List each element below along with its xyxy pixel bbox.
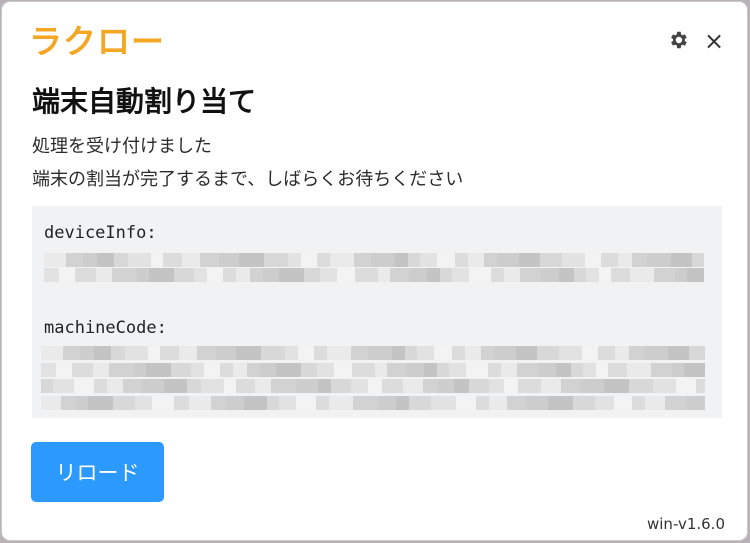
- machine-code-value-redacted: [41, 346, 705, 412]
- page-title: 端末自動割り当て: [32, 85, 257, 118]
- device-info-panel: deviceInfo: machineCode:: [32, 206, 722, 418]
- wait-message: 端末の割当が完了するまで、しばらくお待ちください: [32, 169, 464, 190]
- reload-button[interactable]: リロード: [31, 442, 164, 502]
- machine-code-label: machineCode:: [44, 318, 167, 338]
- status-message: 処理を受け付けました: [32, 136, 212, 157]
- gear-icon[interactable]: [667, 29, 689, 51]
- version-label: win-v1.6.0: [647, 515, 725, 533]
- device-info-label: deviceInfo:: [44, 223, 157, 243]
- close-icon[interactable]: ×: [704, 29, 724, 53]
- device-info-value-redacted: [44, 253, 704, 283]
- app-logo: ラクロー: [29, 22, 165, 61]
- dialog-window: ラクロー × 端末自動割り当て 処理を受け付けました 端末の割当が完了するまで、…: [1, 1, 748, 541]
